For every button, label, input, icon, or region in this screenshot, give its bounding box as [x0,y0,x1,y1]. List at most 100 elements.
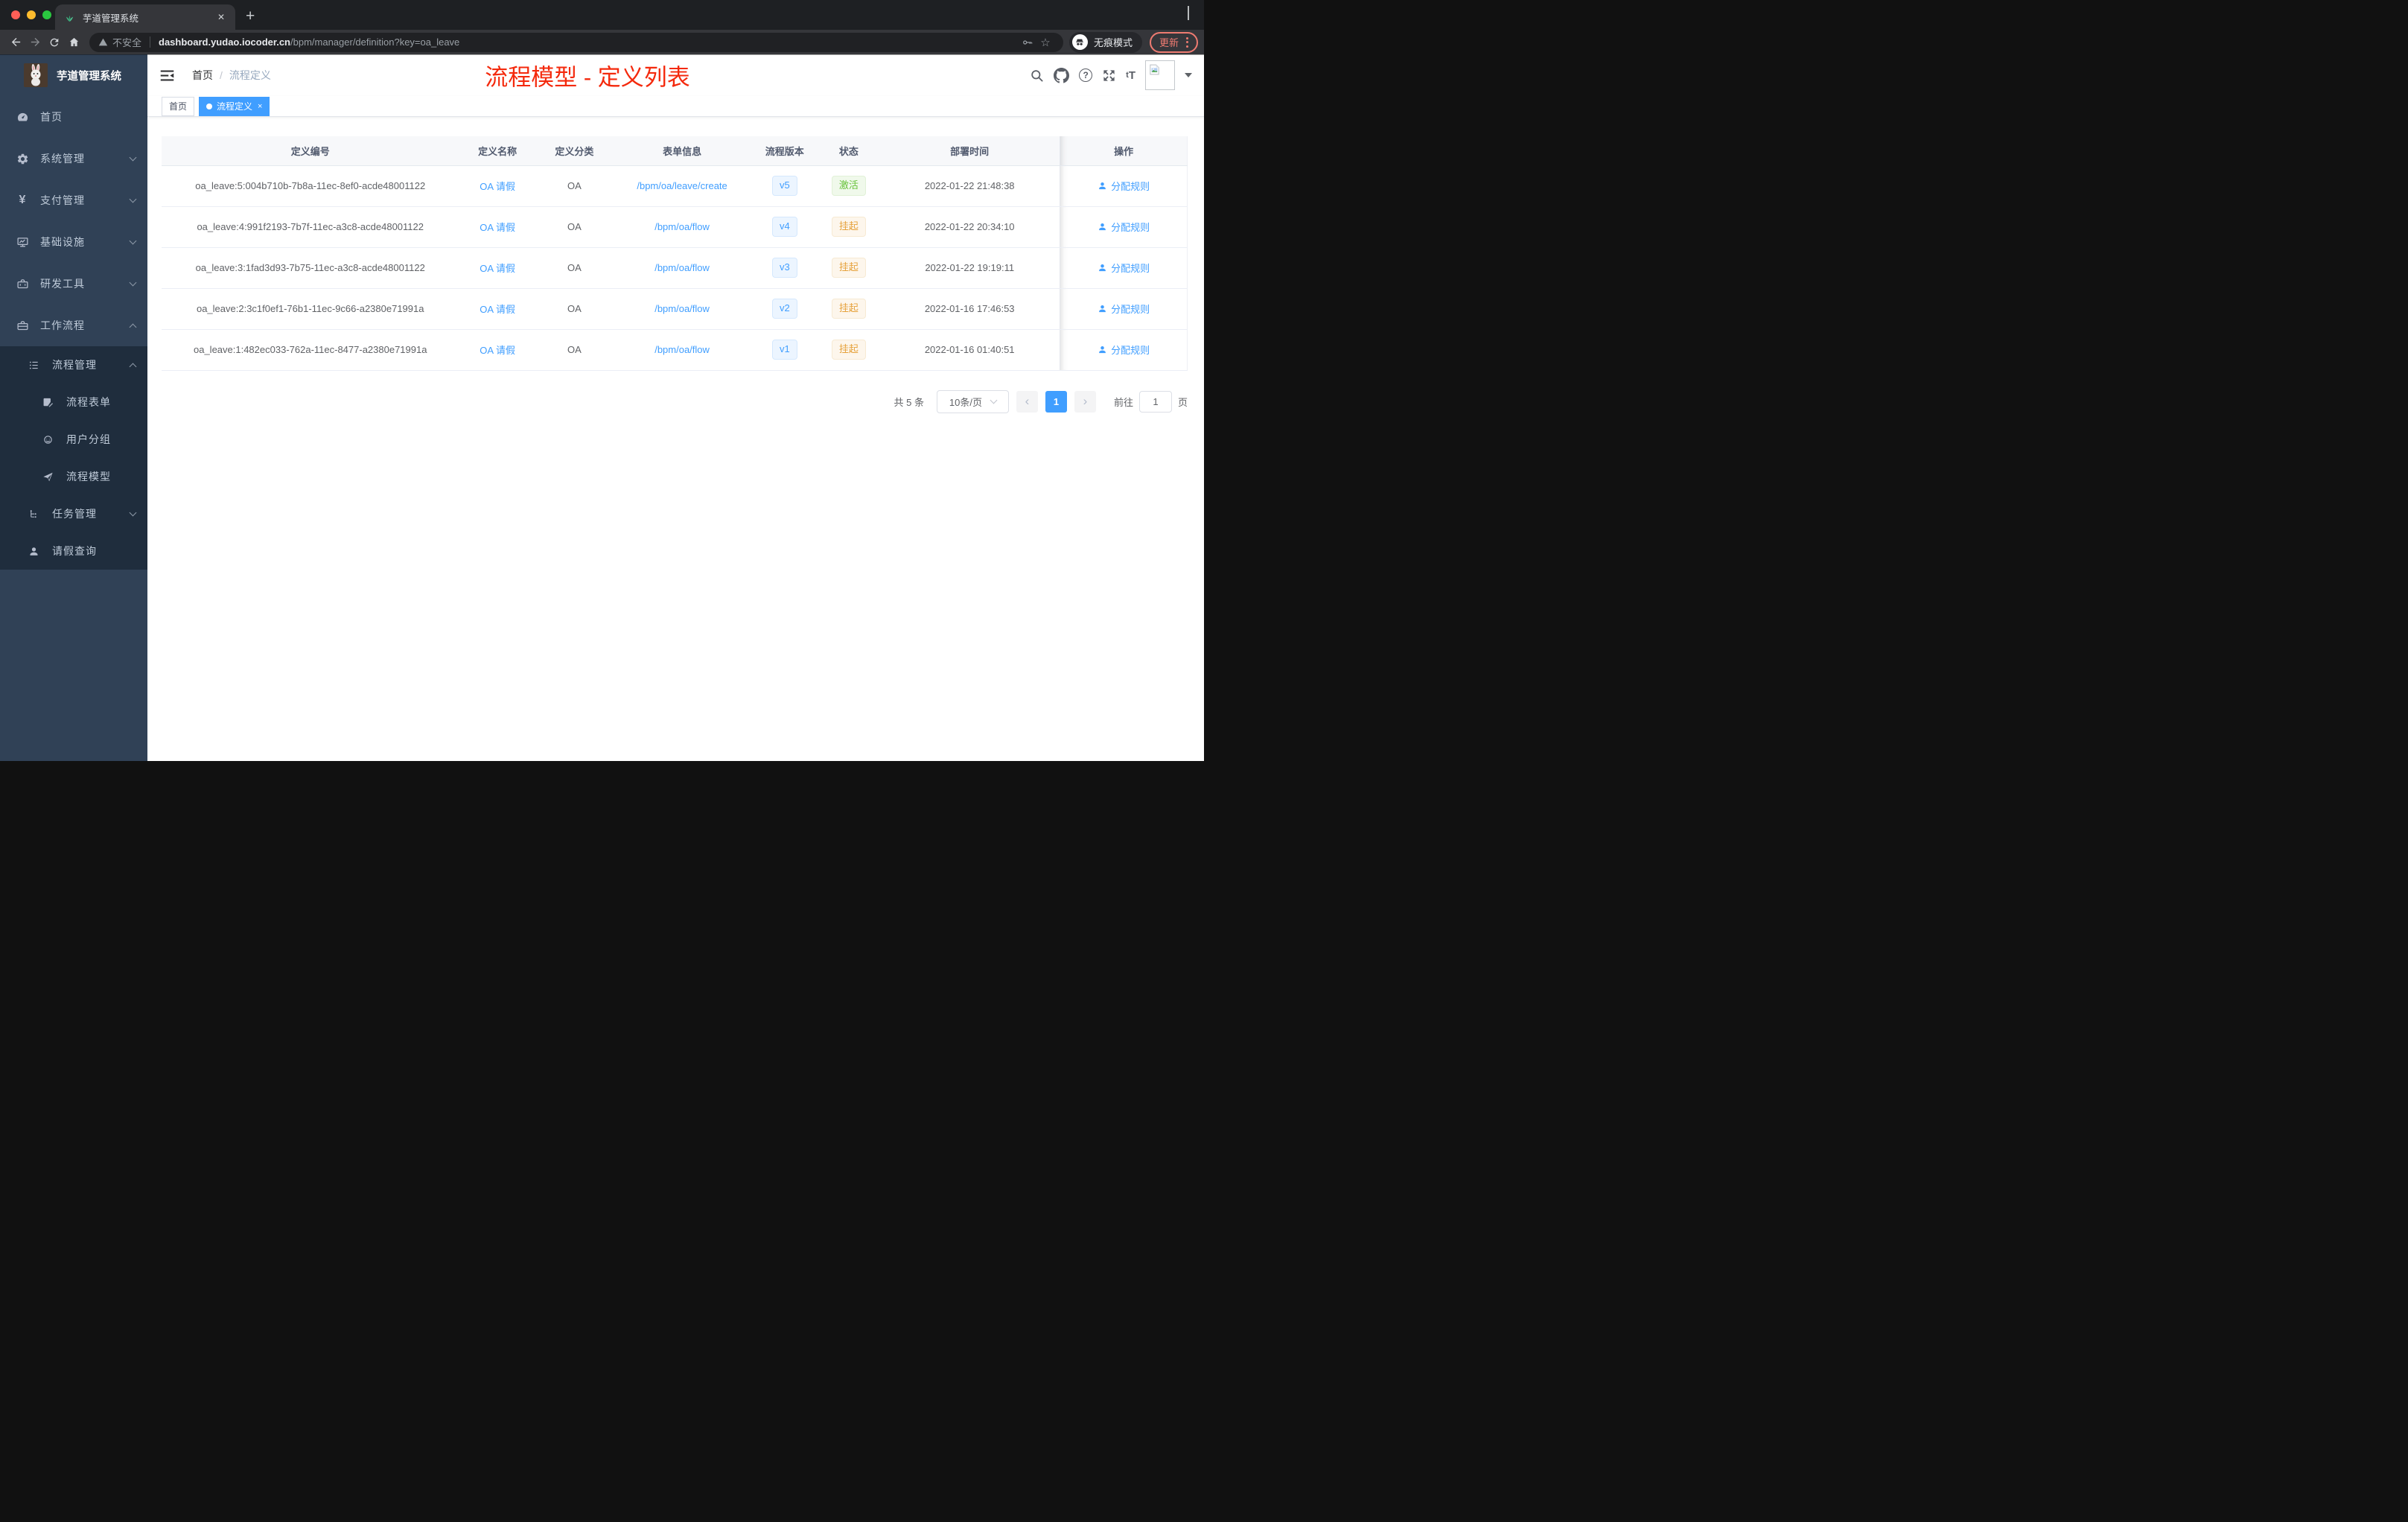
forward-icon[interactable] [25,33,45,52]
table-row: oa_leave:5:004b710b-7b8a-11ec-8ef0-acde4… [162,165,1188,207]
tags-view-bar: 首页 流程定义 × [147,96,1204,117]
sidebar-item-workflow[interactable]: 工作流程 [0,305,147,346]
assign-rule-button[interactable]: 分配规则 [1098,343,1150,357]
sidebar-item-home[interactable]: 首页 [0,96,147,138]
menu-kebab-icon[interactable] [1186,36,1188,48]
prev-page-button[interactable]: ‹ [1016,390,1038,413]
tab-close-icon[interactable]: ✕ [216,12,226,22]
cell-category: OA [535,247,614,289]
col-form-info: 表单信息 [613,136,752,166]
tab-title: 芋道管理系统 [83,13,139,24]
security-chip[interactable]: 不安全 [98,35,141,49]
dashboard-icon [16,110,29,124]
cell-definition-id: oa_leave:1:482ec033-762a-11ec-8477-a2380… [162,329,459,371]
page-size-select[interactable]: 10条/页 [936,389,1009,413]
briefcase-icon [16,319,29,332]
goto-unit: 页 [1177,396,1188,408]
sidebar-item-label: 系统管理 [40,153,85,165]
browser-update-button[interactable]: 更新 [1149,31,1198,53]
form-url-link[interactable]: /bpm/oa/flow [654,303,710,314]
current-page-button[interactable]: 1 [1045,390,1067,413]
bookmark-star-icon[interactable]: ☆ [1036,36,1054,49]
zoom-window-button[interactable] [42,10,51,19]
form-url-link[interactable]: /bpm/oa/flow [654,262,710,273]
form-url-link[interactable]: /bpm/oa/leave/create [637,180,727,191]
password-key-icon[interactable] [1019,36,1036,48]
tag-process-definition[interactable]: 流程定义 × [199,96,270,116]
new-tab-button[interactable]: + [246,8,255,24]
close-window-button[interactable] [11,10,20,19]
search-icon[interactable] [1030,69,1044,83]
chevron-down-icon [129,237,137,245]
app-title: 芋道管理系统 [57,70,121,83]
browser-tab[interactable]: 芋道管理系统 ✕ [55,4,235,30]
browser-window: 芋道管理系统 ✕ + 不安全 dashboard.yudao.iocoder.c… [0,0,1204,761]
yen-icon: ¥ [19,194,26,206]
chevron-down-icon [129,509,137,517]
definition-name-link[interactable]: OA 请假 [480,222,515,233]
breadcrumb-home[interactable]: 首页 [192,68,213,83]
url-text: dashboard.yudao.iocoder.cn/bpm/manager/d… [159,36,460,48]
sidebar-item-process-management[interactable]: 流程管理 [0,346,147,383]
sidebar-item-task-management[interactable]: 任务管理 [0,495,147,532]
sidebar-collapse-icon[interactable] [159,67,176,83]
goto-page-input[interactable] [1138,390,1172,413]
gear-icon [16,152,29,165]
assign-rule-button[interactable]: 分配规则 [1098,302,1150,316]
definition-name-link[interactable]: OA 请假 [480,181,515,192]
broken-image-icon [1150,64,1159,75]
tag-close-icon[interactable]: × [258,102,262,111]
person-icon [1099,346,1106,354]
help-icon[interactable]: ? [1079,69,1093,82]
sidebar-item-label: 用户分组 [66,433,111,445]
avatar[interactable] [1145,60,1175,90]
assign-rule-button[interactable]: 分配规则 [1098,261,1150,275]
sidebar-item-label: 任务管理 [52,508,97,520]
tag-home[interactable]: 首页 [162,96,195,116]
goto-label: 前往 [1113,396,1133,408]
cell-definition-id: oa_leave:2:3c1f0ef1-76b1-11ec-9c66-a2380… [162,288,459,330]
sidebar-logo[interactable]: 芋道管理系统 [0,54,147,96]
sidebar-item-infrastructure[interactable]: 基础设施 [0,221,147,263]
definition-name-link[interactable]: OA 请假 [480,345,515,356]
tree-icon [28,508,39,520]
back-icon[interactable] [6,33,25,52]
sidebar-item-process-model[interactable]: 流程模型 [0,458,147,495]
sidebar-item-leave-query[interactable]: 请假查询 [0,532,147,570]
avatar-dropdown-caret-icon[interactable] [1185,73,1192,77]
minimize-window-button[interactable] [27,10,36,19]
select-caret-icon [990,396,998,404]
address-bar[interactable]: 不安全 dashboard.yudao.iocoder.cn/bpm/manag… [89,32,1063,52]
incognito-badge: 无痕模式 [1068,31,1142,53]
font-size-icon[interactable]: tT [1126,69,1135,82]
assign-rule-button[interactable]: 分配规则 [1098,179,1150,193]
github-icon[interactable] [1054,67,1070,83]
form-url-link[interactable]: /bpm/oa/flow [654,221,710,232]
sidebar-item-label: 支付管理 [40,194,85,206]
tab-search-chevron-icon[interactable] [1188,6,1189,20]
sidebar-item-user-group[interactable]: 用户分组 [0,421,147,458]
col-process-version: 流程版本 [751,136,818,166]
assign-rule-button[interactable]: 分配规则 [1098,220,1150,234]
sidebar-item-payment[interactable]: ¥ 支付管理 [0,179,147,221]
sidebar-item-dev-tools[interactable]: 研发工具 [0,263,147,305]
definition-name-link[interactable]: OA 请假 [480,263,515,274]
tag-active-dot [206,103,213,109]
list-icon [28,359,39,371]
status-badge: 挂起 [831,217,866,237]
reload-icon[interactable] [45,33,64,52]
definition-name-link[interactable]: OA 请假 [480,304,515,315]
form-url-link[interactable]: /bpm/oa/flow [654,344,710,355]
robot-face-icon [42,433,54,445]
sidebar-item-process-form[interactable]: 流程表单 [0,383,147,421]
fullscreen-icon[interactable] [1102,69,1116,83]
col-definition-name: 定义名称 [459,136,536,166]
home-icon[interactable] [64,33,83,52]
next-page-button[interactable]: › [1074,390,1096,413]
page-content: 定义编号 定义名称 定义分类 表单信息 流程版本 状态 部署时间 操作 oa_l [147,117,1204,761]
sidebar-item-system[interactable]: 系统管理 [0,138,147,179]
sidebar-item-label: 工作流程 [40,319,85,331]
breadcrumb: 首页 / 流程定义 [192,68,271,83]
version-badge: v5 [771,176,797,196]
sidebar-item-label: 研发工具 [40,278,85,290]
